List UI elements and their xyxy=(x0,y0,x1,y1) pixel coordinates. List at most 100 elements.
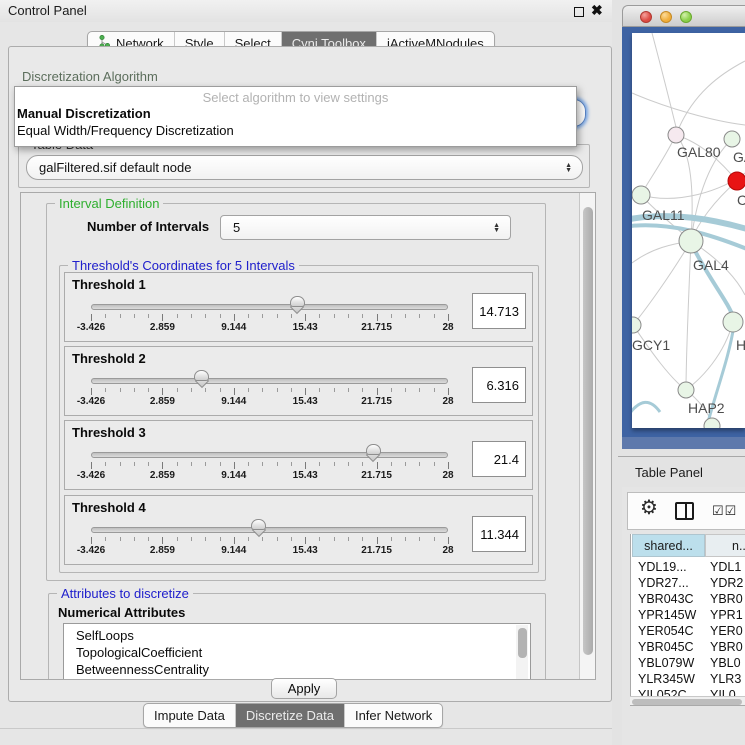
slider-tick xyxy=(291,537,292,541)
network-edge[interactable] xyxy=(652,33,676,127)
slider-tick xyxy=(348,388,349,392)
threshold-2-slider-track[interactable] xyxy=(91,378,448,384)
settings-scrollbar[interactable] xyxy=(579,193,596,680)
cell-name[interactable]: YBR0 xyxy=(710,592,743,606)
gear-icon[interactable]: ⚙ xyxy=(640,495,658,520)
cell-name[interactable]: YBR0 xyxy=(710,640,743,654)
threshold-1-value-field[interactable]: 14.713 xyxy=(472,293,526,329)
threshold-3-slider-track[interactable] xyxy=(91,452,448,458)
cell-name[interactable]: YDL1 xyxy=(710,560,741,574)
table-row[interactable]: YBR045C YBR0 xyxy=(632,639,745,655)
apply-button[interactable]: Apply xyxy=(271,678,337,699)
slider-tick-label: 9.144 xyxy=(221,396,246,407)
network-node-gal80[interactable] xyxy=(668,127,684,143)
table-row[interactable]: YDR27... YDR2 xyxy=(632,575,745,591)
network-node-label: GAL11 xyxy=(642,207,685,223)
tab-discretize-data[interactable]: Discretize Data xyxy=(236,704,345,727)
algorithm-option-equal-width-frequency-discretization[interactable]: Equal Width/Frequency Discretization xyxy=(15,122,576,139)
threshold-3-value-field[interactable]: 21.4 xyxy=(472,441,526,477)
cell-name[interactable]: YDR2 xyxy=(710,576,743,590)
columns-icon[interactable] xyxy=(675,502,694,520)
cell-shared-name[interactable]: YPR145W xyxy=(638,608,696,622)
table-data-combobox[interactable]: galFiltered.sif default node ▲▼ xyxy=(26,155,583,180)
numerical-attributes-list[interactable]: SelfLoopsTopologicalCoefficientBetweenne… xyxy=(63,623,531,680)
network-edge[interactable] xyxy=(633,241,691,325)
slider-tick xyxy=(262,388,263,392)
network-node-ga[interactable] xyxy=(724,131,740,147)
cell-name[interactable]: YBL0 xyxy=(710,656,741,670)
slider-tick xyxy=(205,462,206,466)
cell-shared-name[interactable]: YBR045C xyxy=(638,640,694,654)
close-traffic-light-icon[interactable] xyxy=(640,11,652,23)
node-table[interactable]: shared... n... YDL19...YDL1YDR27...YDR2Y… xyxy=(630,534,745,705)
algorithm-option-manual-discretization[interactable]: Manual Discretization xyxy=(15,105,576,122)
column-header-shared[interactable]: shared... xyxy=(632,534,705,557)
close-icon[interactable]: ✖ xyxy=(591,2,603,19)
combo-arrows-icon: ▲▼ xyxy=(493,223,500,233)
cell-shared-name[interactable]: YLR345W xyxy=(638,672,695,686)
algorithm-dropdown-popup: Select algorithm to view settings Manual… xyxy=(14,86,577,147)
network-node-hap2[interactable] xyxy=(678,382,694,398)
cell-name[interactable]: YLR3 xyxy=(710,672,741,686)
slider-tick xyxy=(191,462,192,466)
threshold-3-slider-handle[interactable] xyxy=(366,444,381,462)
network-edge[interactable] xyxy=(641,135,676,195)
attribute-item-selfloops[interactable]: SelfLoops xyxy=(76,627,530,644)
network-node-h[interactable] xyxy=(723,312,743,332)
minimize-traffic-light-icon[interactable] xyxy=(660,11,672,23)
cell-shared-name[interactable]: YER054C xyxy=(638,624,694,638)
network-edge[interactable] xyxy=(633,325,686,390)
cell-shared-name[interactable]: YDR27... xyxy=(638,576,689,590)
slider-tick xyxy=(319,314,320,318)
slider-tick xyxy=(134,314,135,318)
attributes-scrollbar-thumb[interactable] xyxy=(518,628,527,658)
threshold-4-panel: Threshold 4-3.4262.8599.14415.4321.71528… xyxy=(64,495,533,565)
tab-infer-network[interactable]: Infer Network xyxy=(345,704,442,727)
slider-tick xyxy=(191,388,192,392)
network-edge[interactable] xyxy=(686,241,691,390)
slider-tick-label: 28 xyxy=(442,322,453,333)
network-node-gcy1[interactable] xyxy=(632,317,641,333)
table-row[interactable]: YPR145W YPR1 xyxy=(632,607,745,623)
cell-name[interactable]: YPR1 xyxy=(710,608,743,622)
cell-name[interactable]: YER0 xyxy=(710,624,743,638)
tab-impute-data[interactable]: Impute Data xyxy=(144,704,236,727)
network-node-gal11[interactable] xyxy=(632,186,650,204)
attribute-item-topologicalcoefficient[interactable]: TopologicalCoefficient xyxy=(76,644,530,661)
zoom-traffic-light-icon[interactable] xyxy=(680,11,692,23)
checkboxes-icon[interactable]: ☑☑ xyxy=(712,503,737,519)
threshold-1-slider-handle[interactable] xyxy=(290,296,305,314)
network-window-titlebar[interactable] xyxy=(622,5,745,27)
attribute-item-betweennesscentrality[interactable]: BetweennessCentrality xyxy=(76,661,530,678)
table-row[interactable]: YBL079W YBL0 xyxy=(632,655,745,671)
attributes-scrollbar[interactable] xyxy=(516,625,528,680)
network-edge[interactable] xyxy=(632,93,745,125)
threshold-2-value-field[interactable]: 6.316 xyxy=(472,367,526,403)
threshold-4-slider-handle[interactable] xyxy=(251,519,266,537)
settings-scrollbar-thumb[interactable] xyxy=(583,207,593,655)
network-node[interactable] xyxy=(704,418,720,428)
table-row[interactable]: YDL19... YDL1 xyxy=(632,559,745,575)
float-window-icon[interactable] xyxy=(574,7,584,17)
threshold-4-value-field[interactable]: 11.344 xyxy=(472,516,526,552)
network-edge-highlighted[interactable] xyxy=(632,402,660,413)
threshold-2-slider-handle[interactable] xyxy=(194,370,209,388)
column-header-name[interactable]: n... xyxy=(705,534,745,557)
network-node-gal4[interactable] xyxy=(679,229,703,253)
threshold-4-slider-track[interactable] xyxy=(91,527,448,533)
cell-shared-name[interactable]: YBR043C xyxy=(638,592,694,606)
slider-tick xyxy=(234,388,235,395)
network-canvas[interactable]: GAL80GACGAL11GAL4GCY1HHAP2 xyxy=(632,33,745,428)
table-row[interactable]: YLR345W YLR3 xyxy=(632,671,745,687)
table-row[interactable]: YBR043C YBR0 xyxy=(632,591,745,607)
slider-tick xyxy=(305,462,306,469)
number-of-intervals-combobox[interactable]: 5 ▲▼ xyxy=(220,215,511,240)
threshold-1-slider-track[interactable] xyxy=(91,304,448,310)
cell-shared-name[interactable]: YBL079W xyxy=(638,656,694,670)
cell-shared-name[interactable]: YDL19... xyxy=(638,560,687,574)
slider-tick xyxy=(191,314,192,318)
network-node-c[interactable] xyxy=(728,172,745,190)
table-hscrollbar-thumb[interactable] xyxy=(632,699,742,705)
table-hscrollbar[interactable] xyxy=(630,696,745,705)
table-row[interactable]: YER054C YER0 xyxy=(632,623,745,639)
